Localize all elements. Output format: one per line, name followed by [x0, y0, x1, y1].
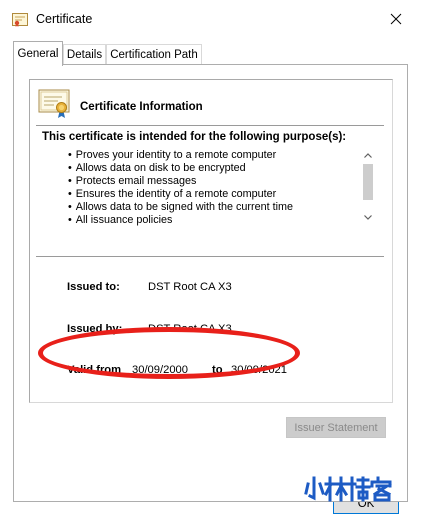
list-item: All issuance policies: [68, 214, 358, 227]
certificate-dialog: Certificate General Details Certificatio…: [0, 0, 421, 527]
purposes-list: Proves your identity to a remote compute…: [68, 149, 358, 227]
tab-certification-path[interactable]: Certification Path: [106, 44, 202, 65]
list-item: Allows data to be signed with the curren…: [68, 201, 358, 214]
general-tab-panel: Certificate Information This certificate…: [13, 64, 408, 502]
purposes-scrollbar[interactable]: [360, 148, 376, 224]
watermark-logo: [304, 476, 396, 502]
divider: [36, 256, 384, 257]
tab-general[interactable]: General: [13, 41, 63, 66]
tab-label: General: [17, 48, 59, 60]
valid-from-label: Valid from: [67, 364, 122, 376]
certificate-icon: [12, 13, 28, 27]
scroll-up-button[interactable]: [360, 148, 376, 162]
list-item: Protects email messages: [68, 175, 358, 188]
issued-by-value: DST Root CA X3: [148, 323, 232, 335]
purposes-heading: This certificate is intended for the fol…: [42, 131, 347, 143]
valid-to-value: 30/09/2021: [231, 364, 287, 376]
close-icon: [390, 13, 402, 25]
issuer-statement-label: Issuer Statement: [294, 421, 378, 434]
certificate-info-box: Certificate Information This certificate…: [29, 79, 393, 403]
divider: [36, 125, 384, 126]
title-bar: Certificate: [0, 0, 421, 38]
valid-to-label: to: [212, 364, 223, 376]
chevron-up-icon: [364, 152, 372, 158]
list-item: Ensures the identity of a remote compute…: [68, 188, 358, 201]
issued-to-value: DST Root CA X3: [148, 281, 232, 293]
tab-label: Details: [66, 49, 103, 61]
certificate-ribbon-icon: [38, 89, 72, 119]
info-title: Certificate Information: [80, 101, 203, 113]
chevron-down-icon: [364, 214, 372, 220]
close-button[interactable]: [380, 6, 412, 32]
issued-by-label: Issued by:: [67, 323, 123, 335]
scroll-down-button[interactable]: [360, 210, 376, 224]
scroll-thumb[interactable]: [363, 164, 373, 200]
list-item: Proves your identity to a remote compute…: [68, 149, 358, 162]
valid-from-value: 30/09/2000: [132, 364, 188, 376]
tab-details[interactable]: Details: [63, 44, 106, 65]
window-title: Certificate: [36, 12, 93, 26]
issued-to-label: Issued to:: [67, 281, 120, 293]
list-item: Allows data on disk to be encrypted: [68, 162, 358, 175]
tab-label: Certification Path: [110, 49, 198, 61]
issuer-statement-button[interactable]: Issuer Statement: [286, 417, 386, 438]
